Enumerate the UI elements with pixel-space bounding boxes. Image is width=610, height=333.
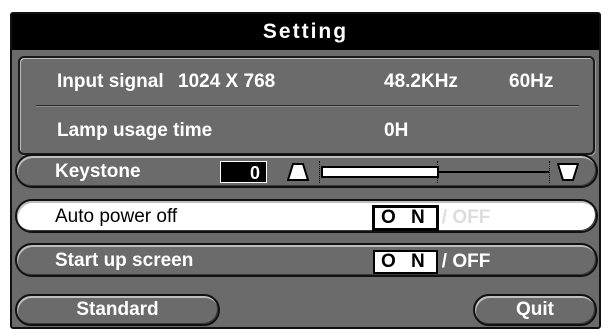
signal-info-box: Input signal 1024 X 768 48.2KHz 60Hz Lam… — [18, 56, 595, 155]
keystone-slider-fill — [321, 166, 439, 178]
auto-power-off-row[interactable]: Auto power off O N / OFF — [15, 199, 598, 233]
keystone-value: 0 — [220, 161, 267, 183]
auto-power-off-off-option[interactable]: / OFF — [442, 207, 491, 228]
panel-title: Setting — [12, 14, 599, 50]
keystone-decrease-icon[interactable] — [287, 163, 309, 181]
horizontal-frequency: 48.2KHz — [384, 71, 458, 92]
lamp-usage-label: Lamp usage time — [57, 120, 213, 141]
start-up-screen-toggle[interactable]: O N / OFF — [373, 250, 491, 274]
resolution-value: 1024 X 768 — [178, 71, 276, 92]
auto-power-off-toggle[interactable]: O N / OFF — [373, 206, 491, 230]
auto-power-off-label: Auto power off — [55, 206, 178, 227]
start-up-screen-off-option[interactable]: / OFF — [442, 251, 491, 272]
vertical-frequency: 60Hz — [509, 71, 554, 92]
start-up-screen-row[interactable]: Start up screen O N / OFF — [15, 243, 598, 277]
start-up-screen-on-option[interactable]: O N — [373, 250, 438, 274]
standard-button[interactable]: Standard — [15, 294, 220, 326]
input-signal-label: Input signal — [57, 71, 164, 92]
slider-tick-center — [437, 161, 438, 183]
slider-tick-right — [549, 161, 550, 183]
lamp-usage-value: 0H — [384, 120, 409, 141]
start-up-screen-label: Start up screen — [55, 250, 194, 271]
slider-tick-left — [319, 161, 320, 183]
keystone-slider[interactable] — [317, 161, 555, 185]
keystone-row[interactable]: Keystone 0 — [15, 154, 598, 188]
keystone-label: Keystone — [55, 161, 141, 182]
keystone-increase-icon[interactable] — [557, 163, 579, 181]
lamp-usage-row: Lamp usage time 0H — [20, 107, 593, 155]
input-signal-row: Input signal 1024 X 768 48.2KHz 60Hz — [20, 58, 593, 106]
auto-power-off-on-option[interactable]: O N — [373, 206, 438, 230]
quit-button[interactable]: Quit — [473, 294, 597, 326]
keystone-slider-line — [439, 171, 549, 173]
settings-panel: Setting Input signal 1024 X 768 48.2KHz … — [10, 12, 601, 329]
